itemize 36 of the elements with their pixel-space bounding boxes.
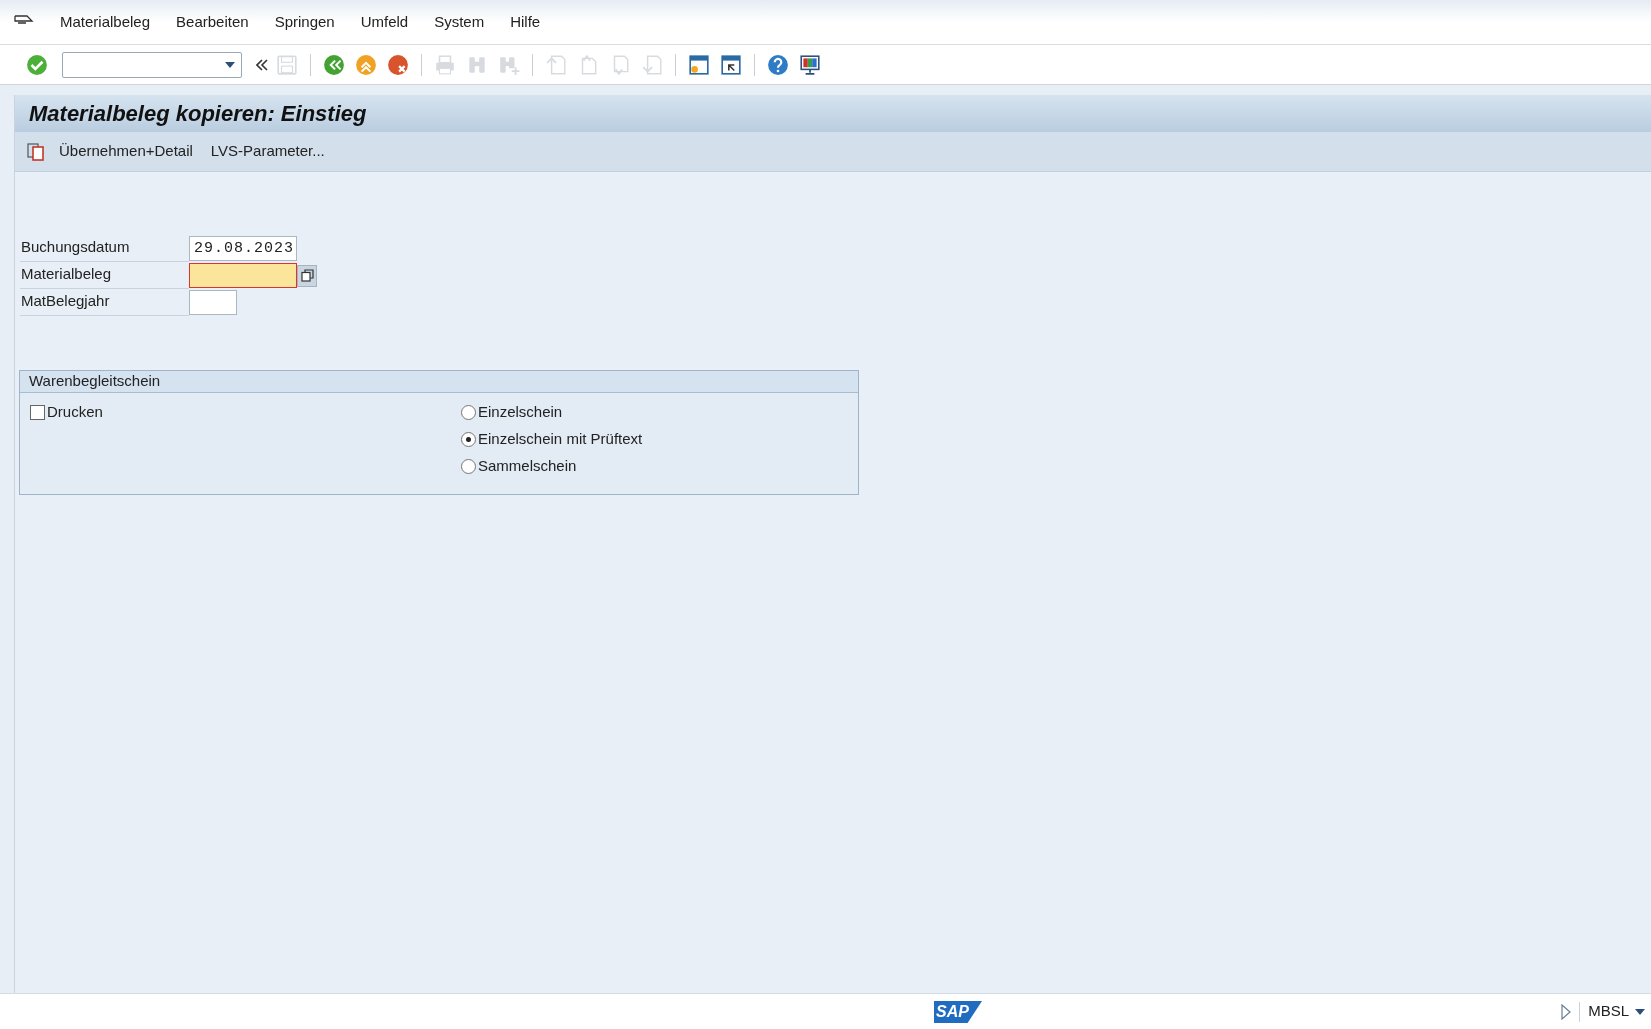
play-icon[interactable] — [1561, 1003, 1572, 1020]
screen-title: Materialbeleg kopieren: Einstieg — [15, 95, 1651, 132]
value-help-button[interactable] — [297, 264, 317, 287]
monitor-icon[interactable] — [799, 53, 821, 76]
toolbar-button[interactable]: Übernehmen+Detail — [27, 137, 193, 166]
new-window-icon[interactable] — [688, 53, 710, 76]
radio-button[interactable] — [461, 405, 476, 420]
radio-label: Sammelschein — [478, 456, 577, 477]
shortcut-icon[interactable] — [720, 53, 742, 76]
toolbar-button[interactable]: LVS-Parameter... — [210, 137, 325, 166]
sap-logo: SAP — [934, 1001, 982, 1023]
radio-label: Einzelschein — [478, 402, 563, 423]
checkbox-label: Drucken — [47, 401, 103, 422]
collapse-icon[interactable] — [256, 58, 268, 71]
menu-item[interactable]: Bearbeiten — [176, 10, 249, 34]
input-field[interactable] — [189, 263, 297, 288]
radio-label: Einzelschein mit Prüftext — [478, 429, 643, 450]
enter-icon[interactable] — [26, 53, 48, 76]
input-field[interactable] — [189, 290, 237, 315]
system-dropdown[interactable]: MBSL — [1588, 1000, 1645, 1023]
exit-icon[interactable] — [355, 53, 377, 76]
cancel-icon[interactable] — [387, 53, 409, 76]
dropdown-icon — [1635, 1008, 1645, 1015]
command-field[interactable] — [62, 51, 242, 78]
group-title: Warenbegleitschein — [29, 371, 161, 392]
dropdown-icon[interactable] — [225, 61, 235, 68]
radio-button[interactable] — [461, 432, 476, 447]
menu-item[interactable]: Springen — [274, 10, 335, 34]
menu-item[interactable]: Umfeld — [360, 10, 409, 34]
menu-item[interactable]: Hilfe — [510, 10, 541, 34]
menu-item[interactable]: Materialbeleg — [60, 10, 151, 34]
back-icon[interactable] — [323, 53, 345, 76]
help-icon[interactable] — [767, 53, 789, 76]
radio-button[interactable] — [461, 459, 476, 474]
menu-item[interactable]: System — [434, 10, 485, 34]
checkbox[interactable] — [30, 404, 45, 420]
